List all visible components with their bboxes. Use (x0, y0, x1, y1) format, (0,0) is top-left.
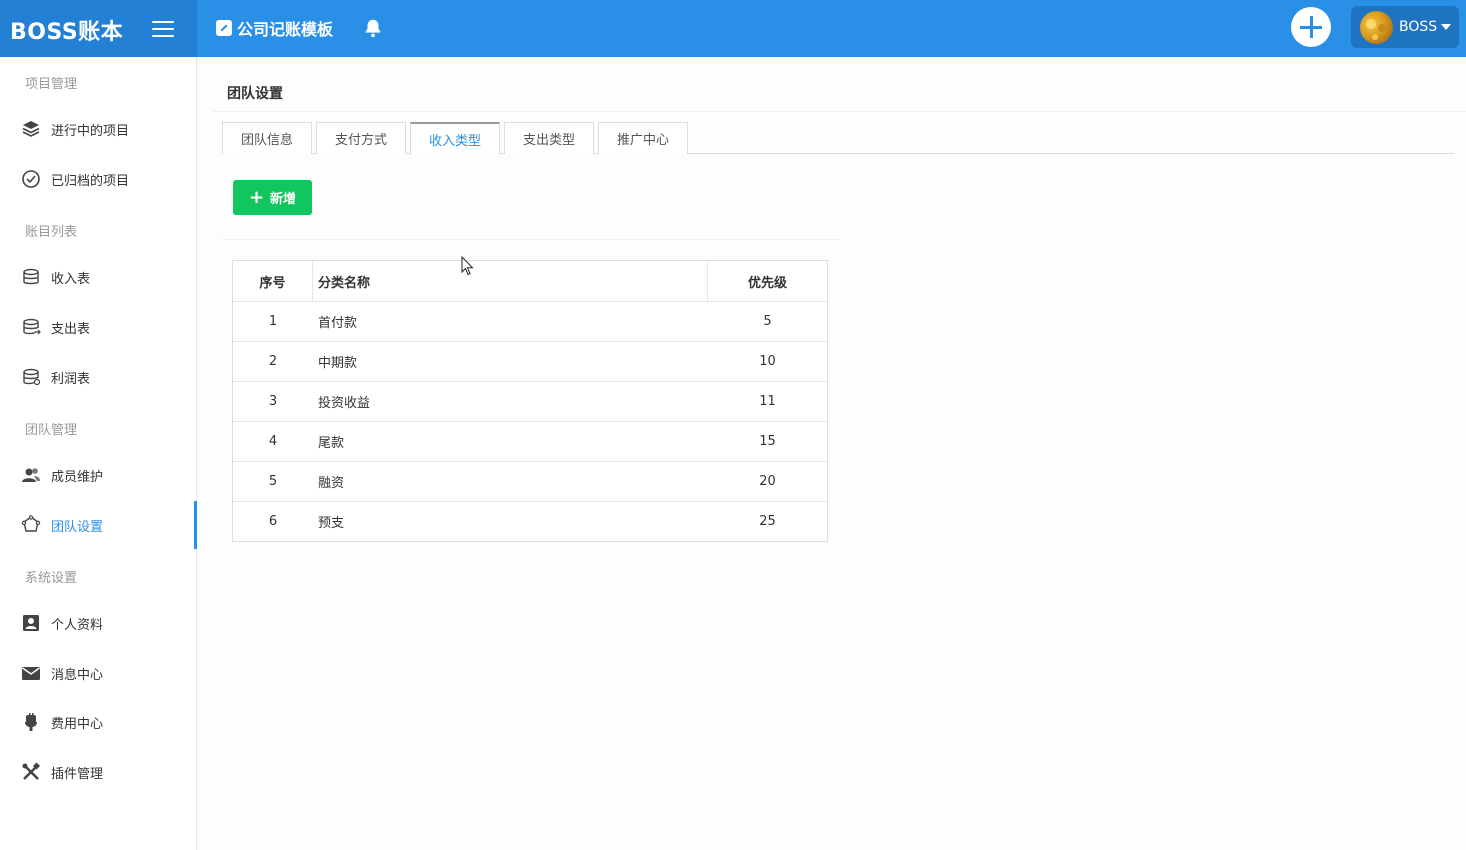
tab-income-types[interactable]: 收入类型 (410, 122, 500, 155)
income-type-table: 序号 分类名称 优先级 1 首付款 5 2 中期款 10 3 投资收益 11 4… (232, 260, 828, 542)
table-header-row: 序号 分类名称 优先级 (233, 261, 827, 301)
sidebar-item-expense[interactable]: 支出表 (0, 303, 197, 351)
cell-index: 1 (268, 314, 278, 329)
cell-priority: 11 (759, 394, 776, 409)
caret-down-icon (1441, 24, 1452, 30)
tab-team-info[interactable]: 团队信息 (222, 122, 312, 154)
column-header-priority[interactable]: 优先级 (708, 261, 827, 301)
column-header-category-name[interactable]: 分类名称 (313, 261, 708, 301)
sidebar: 项目管理 进行中的项目 已归档的项目 账目列表 收入表 支出表 利润表 团队管理 (0, 57, 197, 850)
section-title-project: 项目管理 (25, 77, 78, 92)
table-row[interactable]: 5 融资 20 (233, 461, 827, 501)
page-header: 团队设置 (213, 57, 1466, 112)
sidebar-item-plugins[interactable]: 插件管理 (0, 748, 197, 796)
add-button[interactable]: + 新增 (233, 180, 312, 215)
plus-icon: + (248, 186, 265, 208)
add-record-button[interactable] (1291, 7, 1331, 47)
coin-hand-icon (20, 711, 42, 733)
sidebar-item-label: 插件管理 (51, 766, 104, 782)
sidebar-item-members[interactable]: 成员维护 (0, 451, 197, 499)
sidebar-item-label: 收入表 (51, 271, 91, 287)
layers-icon (20, 118, 42, 140)
table-row[interactable]: 4 尾款 15 (233, 421, 827, 461)
profile-icon (20, 612, 42, 634)
team-settings-icon (20, 514, 42, 536)
cell-index: 3 (268, 394, 278, 409)
section-title-accounts: 账目列表 (25, 225, 78, 240)
cell-index: 6 (268, 514, 278, 529)
menu-toggle-icon[interactable] (150, 18, 176, 40)
cell-priority: 10 (759, 354, 776, 369)
cell-priority: 20 (759, 474, 776, 489)
cell-index: 2 (268, 354, 278, 369)
cell-category-name: 融资 (318, 476, 345, 491)
table-row[interactable]: 6 预支 25 (233, 501, 827, 541)
sidebar-item-label: 进行中的项目 (51, 123, 130, 139)
cell-index: 4 (268, 434, 278, 449)
brand: BOSS账本 (0, 0, 197, 57)
cell-category-name: 投资收益 (318, 396, 371, 411)
tab-promotion-center[interactable]: 推广中心 (598, 122, 688, 154)
template-link[interactable]: 公司记账模板 (216, 16, 333, 40)
tab-payment-methods[interactable]: 支付方式 (316, 122, 406, 154)
avatar (1360, 10, 1393, 44)
sidebar-item-label: 费用中心 (51, 716, 104, 732)
brand-logo[interactable]: BOSS账本 (10, 14, 123, 46)
section-title-system: 系统设置 (25, 571, 78, 586)
sidebar-item-billing[interactable]: 费用中心 (0, 698, 197, 746)
divider (222, 239, 838, 240)
cell-category-name: 首付款 (318, 316, 358, 331)
sidebar-item-label: 个人资料 (51, 617, 104, 633)
table-row[interactable]: 2 中期款 10 (233, 341, 827, 381)
cell-priority: 25 (759, 514, 776, 529)
table-row[interactable]: 1 首付款 5 (233, 301, 827, 341)
database-profit-icon (20, 366, 42, 388)
sidebar-item-profit[interactable]: 利润表 (0, 353, 197, 401)
sidebar-item-messages[interactable]: 消息中心 (0, 649, 197, 697)
database-icon (20, 266, 42, 288)
page-title: 团队设置 (227, 86, 283, 102)
sidebar-item-income[interactable]: 收入表 (0, 253, 197, 301)
sidebar-item-archived-projects[interactable]: 已归档的项目 (0, 155, 197, 203)
sidebar-item-label: 支出表 (51, 321, 91, 337)
user-name: BOSS (1399, 19, 1438, 35)
cell-category-name: 中期款 (318, 356, 358, 371)
cell-category-name: 预支 (318, 516, 345, 531)
tab-expense-types[interactable]: 支出类型 (504, 122, 594, 154)
table-row[interactable]: 3 投资收益 11 (233, 381, 827, 421)
sidebar-item-team-settings[interactable]: 团队设置 (0, 501, 197, 549)
sidebar-item-profile[interactable]: 个人资料 (0, 599, 197, 647)
tab-bar: 团队信息 支付方式 收入类型 支出类型 推广中心 (222, 122, 1454, 155)
column-header-index[interactable]: 序号 (233, 261, 313, 301)
sidebar-item-label: 成员维护 (51, 469, 104, 485)
bell-icon[interactable] (362, 17, 384, 39)
cell-index: 5 (268, 474, 278, 489)
external-link-icon (216, 20, 232, 36)
top-bar: BOSS账本 公司记账模板 BOSS (0, 0, 1466, 57)
envelope-icon (20, 662, 42, 684)
check-circle-icon (20, 168, 42, 190)
sidebar-item-label: 消息中心 (51, 667, 104, 683)
mouse-cursor-icon (461, 256, 474, 276)
cell-priority: 15 (759, 434, 776, 449)
sidebar-item-label: 团队设置 (51, 519, 104, 535)
template-link-label: 公司记账模板 (237, 20, 334, 39)
tools-icon (20, 761, 42, 783)
user-menu[interactable]: BOSS (1351, 6, 1459, 48)
cell-category-name: 尾款 (318, 436, 345, 451)
sidebar-item-label: 利润表 (51, 371, 91, 387)
sidebar-item-label: 已归档的项目 (51, 173, 130, 189)
sidebar-item-active-projects[interactable]: 进行中的项目 (0, 105, 197, 153)
database-out-icon (20, 316, 42, 338)
add-button-label: 新增 (270, 192, 297, 207)
users-icon (20, 464, 42, 486)
section-title-team: 团队管理 (25, 423, 78, 438)
cell-priority: 5 (763, 314, 772, 329)
